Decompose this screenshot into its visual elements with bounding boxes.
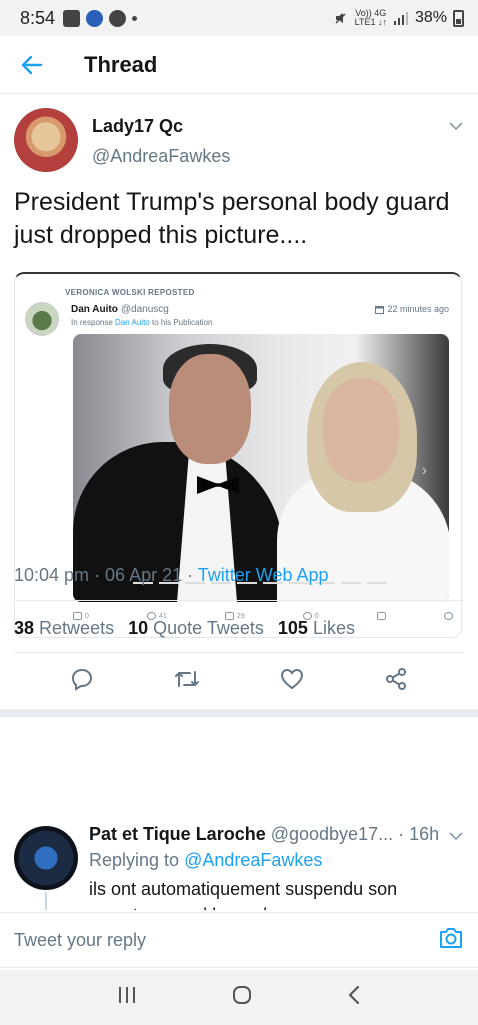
embed-reply-prefix: In response <box>71 318 113 327</box>
gallery-notification-icon <box>63 9 81 27</box>
reply-time: · 16h <box>398 824 440 844</box>
divider <box>14 600 464 601</box>
carousel-dot <box>341 582 361 584</box>
share-button[interactable] <box>384 667 408 696</box>
retweet-icon <box>175 670 199 687</box>
app-notification-icon <box>86 9 104 27</box>
likes-count: 105 <box>277 618 308 638</box>
embed-photo: › <box>73 334 449 602</box>
notification-icons <box>63 9 138 27</box>
system-indicators: Vo)) 4G LTE1 ↓↑ 38% <box>333 9 464 27</box>
embed-name: Dan Auito <box>71 304 118 315</box>
tweet-date: 10:04 pm · 06 Apr 21 · <box>14 565 198 585</box>
upload-icon <box>376 612 386 620</box>
chevron-down-icon[interactable] <box>448 118 464 134</box>
embed-reply-suffix: to his Publication <box>151 318 213 327</box>
avatar[interactable] <box>14 826 78 890</box>
carousel-next-icon: › <box>421 462 427 479</box>
share-icon <box>386 667 406 690</box>
quote-tweets-count: 10 <box>128 618 149 638</box>
battery-percent: 38% <box>414 9 447 26</box>
camera-button[interactable] <box>438 926 464 955</box>
back-button[interactable] <box>0 36 64 94</box>
recents-icon <box>119 987 136 1003</box>
more-notifications-icon <box>132 15 138 21</box>
section-separator <box>0 709 478 717</box>
thread-line <box>45 892 47 910</box>
network-type: Vo)) 4G LTE1 ↓↑ <box>355 9 387 27</box>
like-icon <box>280 668 304 689</box>
photo-figure <box>323 378 399 482</box>
retweet-button[interactable] <box>174 668 200 695</box>
reply-icon <box>71 668 93 691</box>
camera-icon <box>440 927 462 948</box>
divider <box>14 652 464 653</box>
replying-to-link[interactable]: @AndreaFawkes <box>184 850 322 870</box>
embed-time: 22 minutes ago <box>375 304 449 314</box>
quote-tweets-stat[interactable]: 10 Quote Tweets <box>128 618 264 639</box>
reply-author: Pat et Tique Laroche @goodbye17... · 16h <box>89 824 439 845</box>
reply-tweet[interactable]: Pat et Tique Laroche @goodbye17... · 16h… <box>0 816 478 910</box>
reply-input[interactable] <box>14 929 438 951</box>
tweet-text: President Trump's personal body guard ju… <box>14 188 450 249</box>
embed-handle: @danuscg <box>120 304 169 315</box>
retweets-label: Retweets <box>39 618 115 638</box>
retweets-count: 38 <box>14 618 35 638</box>
author-handle[interactable]: @AndreaFawkes <box>92 146 230 167</box>
status-time: 8:54 <box>20 7 56 28</box>
embed-reply-user: Dan Auito <box>115 318 150 327</box>
reply-author-handle[interactable]: @goodbye17... <box>271 824 393 844</box>
calendar-icon <box>375 305 385 314</box>
tweet-actions <box>0 658 478 704</box>
reply-composer <box>0 912 478 968</box>
recents-button[interactable] <box>116 985 138 1010</box>
tweet-author[interactable]: Lady17 Qc @AndreaFawkes <box>14 108 464 178</box>
likes-stat[interactable]: 105 Likes <box>278 618 355 639</box>
messenger-notification-icon <box>109 9 127 27</box>
repost-label: VERONICA WOLSKI REPOSTED <box>65 288 195 297</box>
replying-to: Replying to @AndreaFawkes <box>89 850 322 871</box>
chevron-down-icon <box>443 612 453 620</box>
avatar[interactable] <box>14 108 78 172</box>
top-app-bar: Thread <box>0 36 478 94</box>
embed-author: Dan Auito @danuscg <box>71 304 169 315</box>
quote-tweets-label: Quote Tweets <box>153 618 264 638</box>
embed-avatar <box>25 302 59 336</box>
replying-to-label: Replying to <box>89 850 180 870</box>
reply-button[interactable] <box>70 667 94 696</box>
retweets-stat[interactable]: 38 Retweets <box>14 618 114 639</box>
likes-label: Likes <box>312 618 355 638</box>
author-name[interactable]: Lady17 Qc <box>92 116 183 137</box>
network-type-bottom: LTE1 ↓↑ <box>354 17 387 27</box>
embed-reply-line: In response Dan Auito to his Publication <box>71 318 212 327</box>
status-bar: 8:54 Vo)) 4G LTE1 ↓↑ 38% <box>0 0 478 36</box>
page-title: Thread <box>84 51 158 77</box>
mute-icon <box>335 13 346 24</box>
back-arrow-icon <box>21 55 43 74</box>
reply-text: ils ont automatiquement suspendu son com… <box>89 879 398 910</box>
tweet-timestamp: 10:04 pm · 06 Apr 21 · Twitter Web App <box>14 565 329 586</box>
signal-icon <box>393 12 408 25</box>
embed-share <box>376 612 386 620</box>
embed-time-text: 22 minutes ago <box>387 304 449 314</box>
embed-more <box>443 612 453 620</box>
back-nav-icon <box>348 985 359 1005</box>
photo-figure <box>169 354 251 464</box>
system-back-button[interactable] <box>346 984 362 1011</box>
tweet-stats: 38 Retweets 10 Quote Tweets 105 Likes <box>14 618 355 639</box>
reply-author-name[interactable]: Pat et Tique Laroche <box>89 824 266 844</box>
system-nav-bar <box>0 970 478 1025</box>
home-button[interactable] <box>231 984 253 1011</box>
battery-icon <box>453 9 464 27</box>
tweet-source-link[interactable]: Twitter Web App <box>198 565 329 585</box>
chevron-down-icon[interactable] <box>448 828 464 844</box>
home-icon <box>232 986 251 1004</box>
like-button[interactable] <box>280 668 304 695</box>
carousel-dot <box>367 582 387 584</box>
